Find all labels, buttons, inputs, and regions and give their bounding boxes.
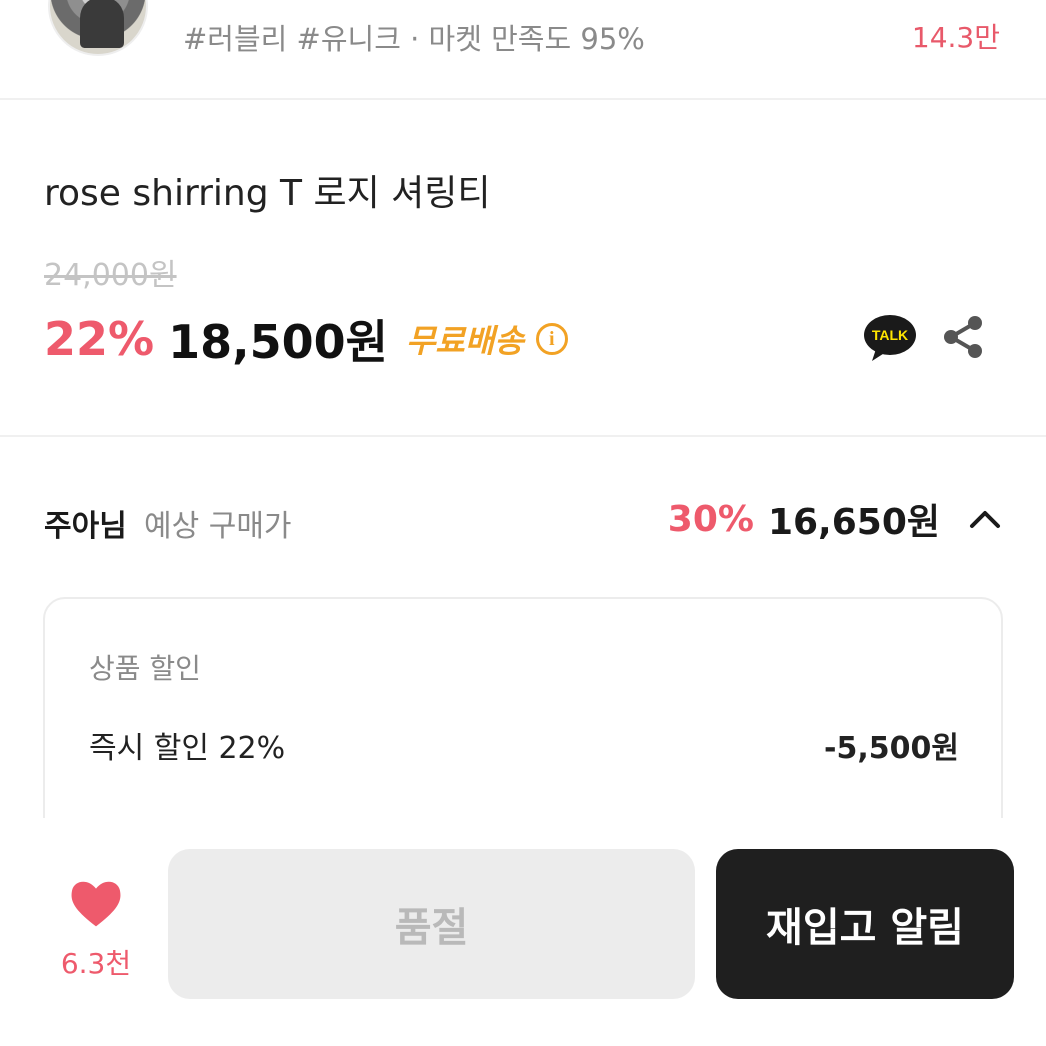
discount-item-label: 즉시 할인 22% [89,731,286,766]
expected-price-summary: 30% 16,650원 [668,495,1002,543]
soldout-button[interactable]: 품절 [168,849,695,999]
discount-section-title: 상품 할인 [89,652,201,685]
bottom-action-bar: 6.3천 품절 재입고 알림 [0,818,1046,1046]
kakao-talk-label: TALK [872,327,908,343]
kakao-talk-icon: TALK [864,315,916,361]
original-price: 24,000원 [44,258,177,293]
expected-price-row[interactable]: 주아님 예상 구매가 30% 16,650원 [44,495,1002,545]
expected-price-label: 예상 구매가 [144,509,292,544]
chevron-up-icon[interactable] [968,502,1002,536]
shop-tags: #러블리 #유니크 · 마켓 만족도 95% [183,22,645,56]
shop-header[interactable]: #러블리 #유니크 · 마켓 만족도 95% 14.3만 [0,0,1046,100]
sale-price: 18,500원 [168,315,388,369]
share-icon [944,316,982,358]
section-divider [0,435,1046,437]
expected-discount-rate: 30% [667,498,754,540]
shop-avatar[interactable] [48,0,148,56]
share-button[interactable] [941,313,987,361]
expected-price: 16,650원 [767,502,940,543]
info-icon[interactable]: i [535,323,568,355]
free-shipping-badge: 무료배송 [405,322,524,360]
kakao-talk-share-button[interactable]: TALK [862,313,918,363]
restock-alert-button[interactable]: 재입고 알림 [716,849,1014,999]
price-line: 22% 18,500원 무료배송 i [44,308,568,370]
discount-item-amount: -5,500원 [824,731,959,766]
shop-like-count: 14.3만 [911,21,1000,54]
product-title: rose shirring T 로지 셔링티 [44,173,491,214]
like-count: 6.3천 [60,947,132,980]
discount-rate: 22% [44,312,155,366]
like-button[interactable]: 6.3천 [56,880,136,980]
user-name: 주아님 [44,509,127,544]
heart-icon [71,881,121,927]
